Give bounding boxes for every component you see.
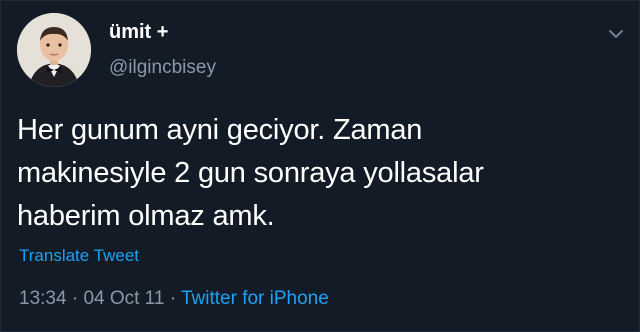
tweet-text-line: haberim olmaz amk.: [17, 200, 275, 232]
tweet-text-line: Her gunum ayni geciyor. Zaman: [17, 114, 423, 146]
tweet-meta: 13:34 · 04 Oct 11 · Twitter for iPhone: [19, 288, 329, 310]
avatar-image: [17, 13, 91, 87]
display-name[interactable]: ümit +: [109, 21, 168, 44]
translate-tweet-link[interactable]: Translate Tweet: [19, 246, 139, 266]
tweet-card: ümit + @ilgincbisey Her gunum ayni geciy…: [0, 0, 640, 332]
meta-separator: ·: [169, 288, 177, 309]
avatar[interactable]: [17, 13, 91, 87]
tweet-date[interactable]: 04 Oct 11: [83, 288, 164, 309]
tweet-time[interactable]: 13:34: [19, 288, 67, 309]
user-handle[interactable]: @ilgincbisey: [109, 57, 216, 79]
tweet-text-line: makinesiyle 2 gun sonraya yollasalar: [17, 157, 484, 189]
tweet-source-link[interactable]: Twitter for iPhone: [181, 288, 329, 309]
meta-separator: ·: [71, 288, 79, 309]
chevron-down-icon[interactable]: [607, 27, 625, 41]
tweet-text: Her gunum ayni geciyor. Zaman makinesiyl…: [17, 109, 577, 238]
